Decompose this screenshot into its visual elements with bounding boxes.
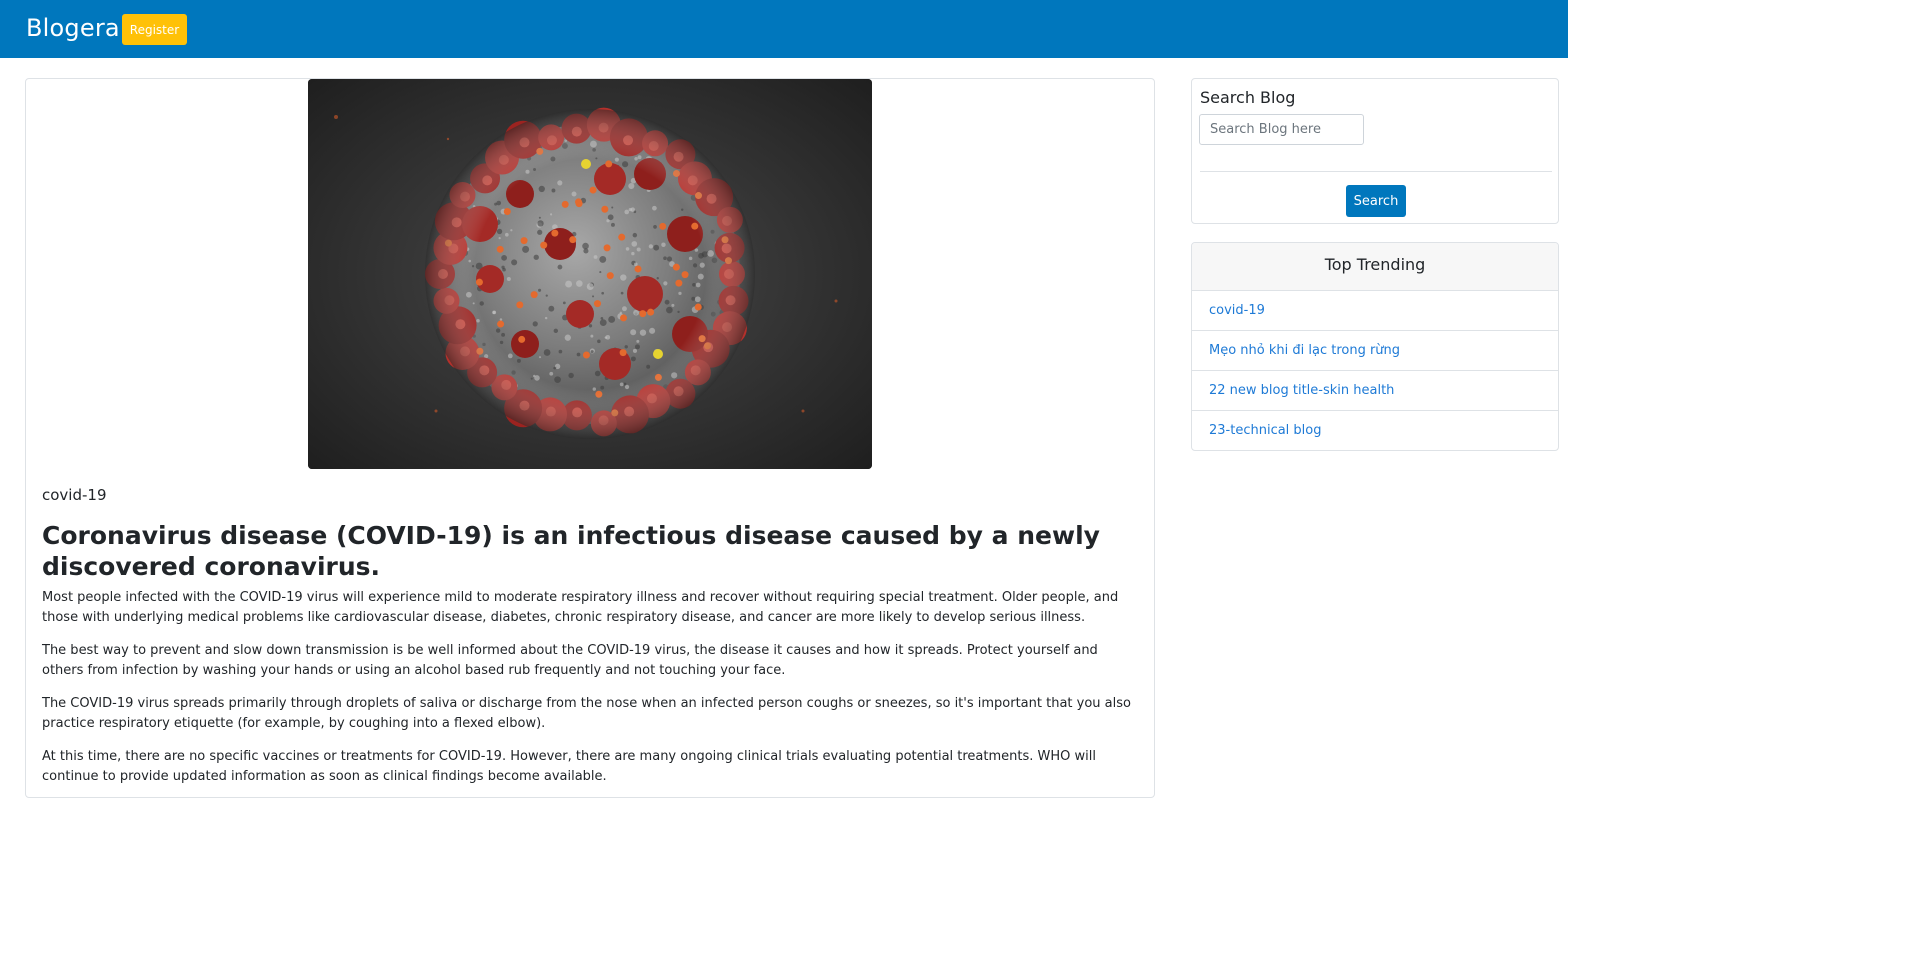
top-trending-card: Top Trending covid-19 Mẹo nhỏ khi đi lạc… bbox=[1191, 242, 1559, 451]
post-headline: Coronavirus disease (COVID-19) is an inf… bbox=[42, 520, 1142, 582]
trending-link-skin-health[interactable]: 22 new blog title-skin health bbox=[1192, 371, 1558, 411]
post-body: Most people infected with the COVID-19 v… bbox=[42, 588, 1142, 800]
top-navbar: Blogera Register bbox=[0, 0, 1568, 58]
search-button[interactable]: Search bbox=[1346, 185, 1406, 217]
post-paragraph: Most people infected with the COVID-19 v… bbox=[42, 588, 1142, 628]
post-paragraph: The best way to prevent and slow down tr… bbox=[42, 641, 1142, 681]
search-input[interactable] bbox=[1199, 114, 1364, 145]
top-trending-title: Top Trending bbox=[1192, 243, 1558, 291]
search-blog-card: Search Blog Search bbox=[1191, 78, 1559, 224]
trending-link-technical-blog[interactable]: 23-technical blog bbox=[1192, 411, 1558, 451]
trending-link-meo-nho[interactable]: Mẹo nhỏ khi đi lạc trong rừng bbox=[1192, 331, 1558, 371]
blog-post-card: covid-19 Coronavirus disease (COVID-19) … bbox=[25, 78, 1155, 798]
post-paragraph: At this time, there are no specific vacc… bbox=[42, 747, 1142, 787]
coronavirus-image bbox=[308, 79, 872, 469]
brand-logo[interactable]: Blogera bbox=[26, 14, 120, 42]
search-blog-title: Search Blog bbox=[1200, 88, 1295, 107]
divider bbox=[1200, 171, 1552, 172]
post-paragraph: The COVID-19 virus spreads primarily thr… bbox=[42, 694, 1142, 734]
register-button[interactable]: Register bbox=[122, 14, 187, 45]
trending-link-covid-19[interactable]: covid-19 bbox=[1192, 291, 1558, 331]
post-tag: covid-19 bbox=[42, 486, 107, 504]
